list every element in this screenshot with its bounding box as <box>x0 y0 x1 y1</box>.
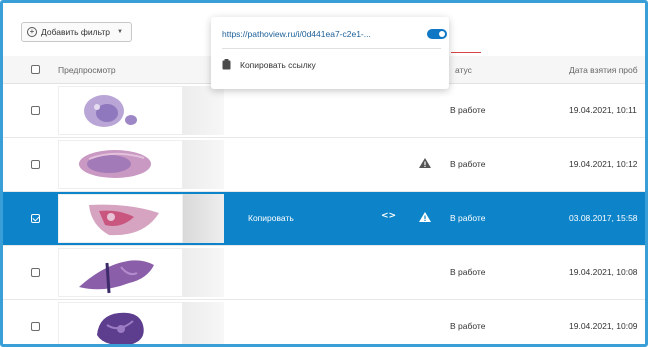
status-cell: В работе <box>450 213 486 223</box>
warning-icon <box>419 158 431 168</box>
row-checkbox-checked[interactable] <box>31 214 40 223</box>
row-checkbox[interactable] <box>31 268 40 277</box>
share-link-popup: https://pathoview.ru/i/0d441ea7-c2e1-...… <box>211 17 449 89</box>
app-frame: + Добавить фильтр ▼ Предпросмотр атус Да… <box>0 0 648 347</box>
share-url[interactable]: https://pathoview.ru/i/0d441ea7-c2e1-... <box>222 29 371 39</box>
slide-preview[interactable] <box>58 248 224 297</box>
table-row[interactable]: В работе 19.04.2021, 10:12 <box>3 138 645 192</box>
preview-fade <box>183 248 224 297</box>
tissue-image <box>79 150 151 178</box>
warning-icon <box>419 212 431 222</box>
slide-preview[interactable] <box>58 140 224 189</box>
clipboard-icon <box>222 59 231 70</box>
row-checkbox[interactable] <box>31 322 40 331</box>
preview-fade <box>183 140 224 189</box>
row-checkbox[interactable] <box>31 106 40 115</box>
table-row[interactable]: В работе 19.04.2021, 10:09 <box>3 300 645 344</box>
slide-thumbnail <box>58 248 183 297</box>
date-cell: 19.04.2021, 10:08 <box>569 267 638 277</box>
slide-thumbnail <box>58 194 183 243</box>
preview-fade <box>183 194 224 243</box>
tissue-image <box>89 204 159 236</box>
preview-fade <box>183 302 224 344</box>
copy-link-button[interactable]: Копировать <box>248 213 294 223</box>
copy-link-menu-item[interactable]: Копировать ссылку <box>222 59 316 70</box>
status-cell: В работе <box>450 159 486 169</box>
date-cell: 19.04.2021, 10:12 <box>569 159 638 169</box>
tissue-image <box>97 312 144 344</box>
date-cell: 19.04.2021, 10:09 <box>569 321 638 331</box>
preview-fade <box>183 86 224 135</box>
slide-preview[interactable] <box>58 86 224 135</box>
status-cell: В работе <box>450 267 486 277</box>
slide-thumbnail <box>58 86 183 135</box>
active-column-indicator <box>451 52 481 53</box>
popup-divider <box>222 48 441 49</box>
plus-circle-icon: + <box>27 27 37 37</box>
embed-code-icon[interactable]: <> <box>381 211 396 221</box>
tissue-image <box>79 260 154 294</box>
share-toggle[interactable] <box>427 29 447 39</box>
date-cell: 03.08.2017, 15:58 <box>569 213 638 223</box>
slide-thumbnail <box>58 302 183 344</box>
row-checkbox[interactable] <box>31 160 40 169</box>
status-cell: В работе <box>450 321 486 331</box>
slide-thumbnail <box>58 140 183 189</box>
add-filter-label: Добавить фильтр <box>41 27 111 37</box>
copy-link-label: Копировать ссылку <box>240 59 316 70</box>
add-filter-button[interactable]: + Добавить фильтр ▼ <box>21 22 132 42</box>
table-row-selected[interactable]: Копировать <> В работе 03.08.2017, 15:58 <box>3 192 645 246</box>
slide-preview[interactable] <box>58 302 224 344</box>
table-row[interactable]: В работе 19.04.2021, 10:08 <box>3 246 645 300</box>
select-all-checkbox[interactable] <box>31 65 40 74</box>
table-row[interactable]: В работе 19.04.2021, 10:11 <box>3 84 645 138</box>
header-preview[interactable]: Предпросмотр <box>58 65 116 75</box>
tissue-image <box>84 95 137 127</box>
header-status[interactable]: атус <box>455 65 472 75</box>
slide-preview[interactable] <box>58 194 224 243</box>
date-cell: 19.04.2021, 10:11 <box>569 105 637 115</box>
header-date[interactable]: Дата взятия проб <box>569 65 638 75</box>
chevron-down-icon: ▼ <box>117 29 123 35</box>
status-cell: В работе <box>450 105 486 115</box>
